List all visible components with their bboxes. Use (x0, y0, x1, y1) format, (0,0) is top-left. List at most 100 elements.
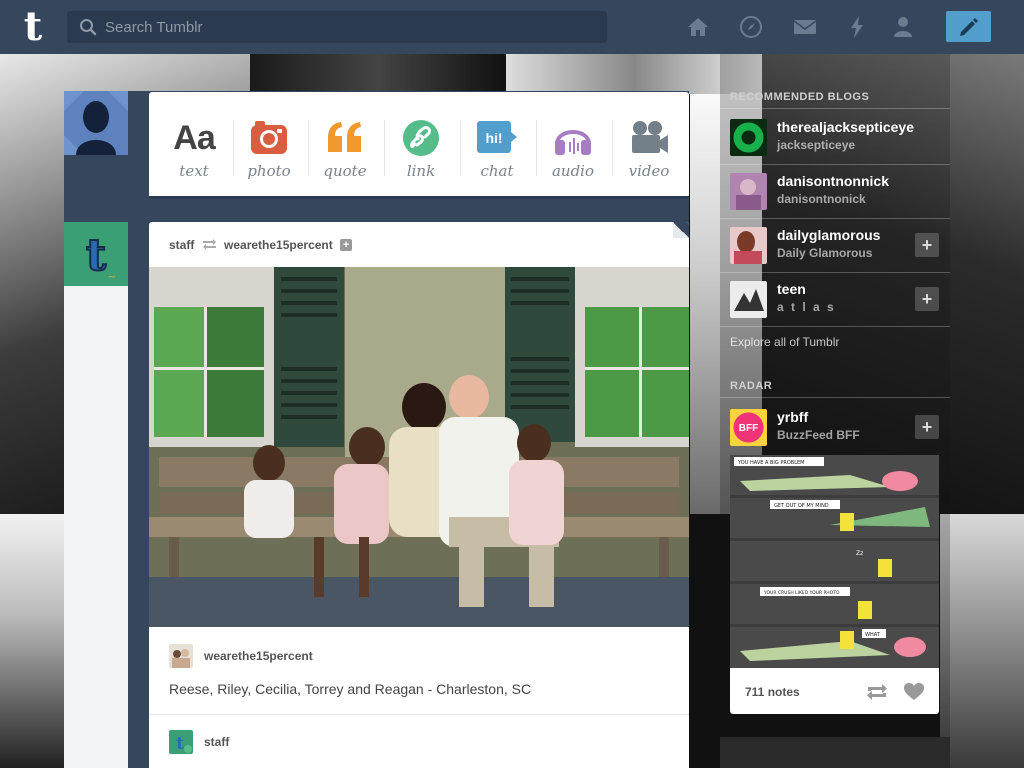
new-audio-post-button[interactable]: audio (535, 92, 611, 199)
search-input[interactable] (105, 11, 595, 43)
reblogger-name[interactable]: staff (169, 238, 194, 252)
radar-blog-item[interactable]: BFF yrbff BuzzFeed BFF + (720, 400, 950, 454)
search-icon (80, 19, 97, 36)
post-type-label: photo (247, 162, 291, 180)
reblog-icon (202, 239, 216, 251)
radar-post[interactable]: YOU HAVE A BIG PROBLEM GET OUT OF MY MIN… (730, 455, 939, 714)
source-avatar-image (169, 644, 193, 668)
blog-title: BuzzFeed BFF (777, 428, 860, 442)
background-photo (250, 54, 506, 94)
post-type-label: quote (323, 162, 367, 180)
follow-plus-icon[interactable]: + (915, 287, 939, 311)
user-avatar[interactable] (64, 91, 128, 155)
comic-strip-image: YOU HAVE A BIG PROBLEM GET OUT OF MY MIN… (730, 455, 939, 668)
new-link-post-button[interactable]: link (383, 92, 459, 199)
top-navbar: t (0, 0, 1024, 54)
staff-mini-avatar[interactable]: t (169, 730, 193, 754)
tumblr-staff-icon: t (169, 730, 193, 754)
blog-avatar (730, 119, 767, 156)
svg-text:hi!: hi! (485, 130, 502, 146)
blog-avatar-image (730, 173, 767, 210)
activity-icon[interactable] (845, 15, 869, 39)
follow-plus-icon[interactable]: + (915, 233, 939, 257)
post-type-label: chat (480, 162, 514, 180)
follow-plus-icon[interactable]: + (340, 238, 353, 251)
blog-title: danisontnonick (777, 192, 866, 206)
svg-text:YOU HAVE A BIG PROBLEM: YOU HAVE A BIG PROBLEM (737, 460, 805, 466)
staff-blog-link[interactable]: staff (204, 735, 229, 749)
video-camera-icon (632, 121, 668, 153)
source-blog-link[interactable]: wearethe15percent (204, 649, 313, 663)
new-post-bar: Aa text photo quote link hi! chat audio … (149, 92, 689, 199)
quote-icon (328, 122, 361, 152)
divider (720, 397, 950, 398)
svg-text:t: t (176, 734, 184, 754)
explore-icon[interactable] (739, 15, 763, 39)
divider (720, 326, 950, 327)
source-blog-name[interactable]: wearethe15percent (224, 238, 333, 252)
tumblr-staff-icon: t ~ (64, 222, 128, 286)
blog-name: danisontnonnick (777, 173, 889, 189)
background-photo (0, 514, 64, 768)
svg-text:Zz: Zz (856, 550, 863, 557)
pencil-icon (960, 18, 978, 36)
source-avatar[interactable] (169, 644, 193, 668)
post-type-label: link (406, 162, 436, 180)
post-header: staff wearethe15percent + (169, 237, 353, 253)
follow-plus-icon[interactable]: + (915, 415, 939, 439)
text-icon: Aa (173, 119, 215, 157)
chat-icon: hi! (477, 121, 517, 153)
post-type-label: text (179, 162, 209, 180)
blog-title: jacksepticeye (777, 138, 856, 152)
compose-button[interactable] (946, 11, 991, 42)
headphones-icon (555, 130, 591, 155)
svg-text:YOUR CRUSH LIKED YOUR PHOTO: YOUR CRUSH LIKED YOUR PHOTO (763, 590, 840, 596)
blog-avatar-image: BFF (730, 409, 767, 446)
notes-count[interactable]: 711 notes (745, 685, 800, 699)
new-quote-post-button[interactable]: quote (307, 92, 383, 199)
tumblr-logo[interactable]: t (18, 7, 48, 47)
post-type-label: video (628, 162, 670, 180)
default-avatar-icon (64, 91, 128, 155)
dashboard-post: staff wearethe15percent + wearethe15perc… (149, 222, 689, 768)
blog-name: therealjacksepticeye (777, 119, 914, 135)
post-type-label: audio (551, 162, 595, 180)
heart-icon[interactable] (904, 683, 924, 701)
new-video-post-button[interactable]: video (611, 92, 687, 199)
recommended-blog-item[interactable]: teen a t l a s + (720, 272, 950, 326)
recommended-blog-item[interactable]: dailyglamorous Daily Glamorous + (720, 218, 950, 272)
post-corner-fold (673, 222, 689, 238)
staff-avatar[interactable]: t ~ (64, 222, 128, 286)
inbox-icon[interactable] (793, 15, 817, 39)
radar-heading: RADAR (730, 380, 773, 392)
blog-avatar-image (730, 119, 767, 156)
radar-comic: YOU HAVE A BIG PROBLEM GET OUT OF MY MIN… (730, 455, 939, 668)
account-icon[interactable] (891, 15, 915, 39)
family-photo (149, 267, 689, 627)
recommended-blogs-heading: RECOMMENDED BLOGS (730, 91, 870, 103)
recommended-blog-item[interactable]: therealjacksepticeye jacksepticeye (720, 110, 950, 164)
blog-title: Daily Glamorous (777, 246, 873, 260)
svg-text:GET OUT OF MY MIND: GET OUT OF MY MIND (774, 503, 829, 509)
divider (149, 714, 689, 715)
new-text-post-button[interactable]: Aa text (156, 92, 232, 199)
svg-text:~: ~ (108, 272, 116, 283)
avatar-column-divider (64, 286, 128, 768)
home-icon[interactable] (686, 15, 710, 39)
blog-avatar (730, 281, 767, 318)
svg-text:BFF: BFF (739, 423, 758, 434)
sponsored-card-preview[interactable] (720, 737, 950, 768)
recommended-blog-item[interactable]: danisontnonnick danisontnonick (720, 164, 950, 218)
blog-name: teen (777, 281, 806, 297)
blog-avatar (730, 227, 767, 264)
explore-all-link[interactable]: Explore all of Tumblr (730, 335, 839, 349)
search-box[interactable] (67, 11, 607, 43)
svg-text:t: t (86, 230, 107, 281)
blog-avatar (730, 173, 767, 210)
post-photo[interactable] (149, 267, 689, 627)
blog-title: a t l a s (777, 300, 836, 314)
camera-icon (251, 121, 287, 154)
new-chat-post-button[interactable]: hi! chat (459, 92, 535, 199)
reblog-icon[interactable] (866, 683, 888, 701)
new-photo-post-button[interactable]: photo (231, 92, 307, 199)
